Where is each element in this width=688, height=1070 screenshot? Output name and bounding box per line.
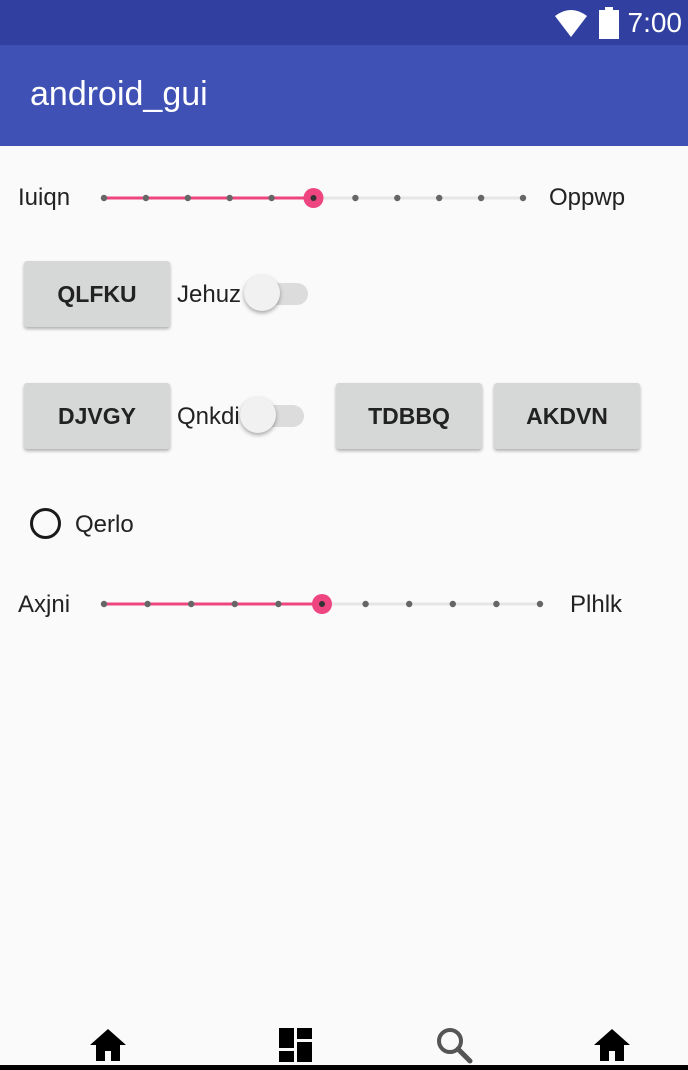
slider-tick [188, 600, 195, 608]
status-time: 7:00 [627, 6, 683, 38]
bottom-divider [0, 1065, 688, 1070]
search-icon[interactable] [434, 1025, 474, 1065]
slider1-left-label: Iuiqn [18, 184, 71, 211]
home-icon[interactable] [88, 1025, 128, 1065]
slider2-right-label: Plhlk [570, 591, 623, 618]
status-icons: 7:00 [554, 0, 683, 45]
radio-label: Qerlo [75, 511, 134, 538]
slider-tick [362, 600, 369, 608]
slider-tick [406, 600, 413, 608]
slider-tick [100, 194, 108, 202]
switch-thumb [240, 397, 276, 433]
slider-1[interactable] [95, 180, 535, 216]
slider-tick [144, 600, 151, 608]
slider-tick [275, 600, 282, 608]
djvgy-button[interactable]: DJVGY [24, 383, 170, 449]
slider-tick [268, 194, 275, 202]
slider-tick [449, 600, 456, 608]
tdbbq-button[interactable]: TDBBQ [336, 383, 482, 449]
slider1-right-label: Oppwp [549, 184, 626, 211]
app-title: android_gui [30, 75, 208, 113]
status-bar: 7:00 [0, 0, 688, 45]
switch2-label: Qnkdi [177, 403, 240, 430]
slider-tick [436, 194, 443, 202]
slider-tick [226, 194, 233, 202]
bottom-nav [0, 1015, 688, 1070]
switch-jehuz[interactable] [244, 273, 310, 313]
slider-tick [493, 600, 500, 608]
slider-thumb-dot [319, 601, 325, 607]
switch-thumb [244, 275, 280, 311]
slider-tick [477, 194, 485, 202]
slider-tick [100, 600, 108, 608]
slider-thumb-dot [310, 195, 317, 201]
slider-tick [231, 600, 238, 608]
switch1-label: Jehuz [177, 281, 242, 308]
slider-tick [519, 194, 527, 202]
slider-tick [352, 194, 359, 202]
dashboard-icon[interactable] [276, 1025, 316, 1065]
slider-tick [142, 194, 150, 202]
slider-2[interactable] [95, 586, 555, 622]
switch-qnkdi[interactable] [240, 395, 306, 435]
home-icon[interactable] [592, 1025, 632, 1065]
qlfku-button[interactable]: QLFKU [24, 261, 170, 327]
wifi-icon [554, 9, 587, 37]
battery-icon [598, 6, 619, 39]
radio-button[interactable] [30, 508, 61, 539]
slider2-left-label: Axjni [18, 591, 71, 618]
akdvn-button[interactable]: AKDVN [494, 383, 640, 449]
slider-tick [394, 194, 401, 202]
slider-tick [184, 194, 191, 202]
slider-tick [536, 600, 544, 608]
app-bar: android_gui [0, 45, 688, 146]
